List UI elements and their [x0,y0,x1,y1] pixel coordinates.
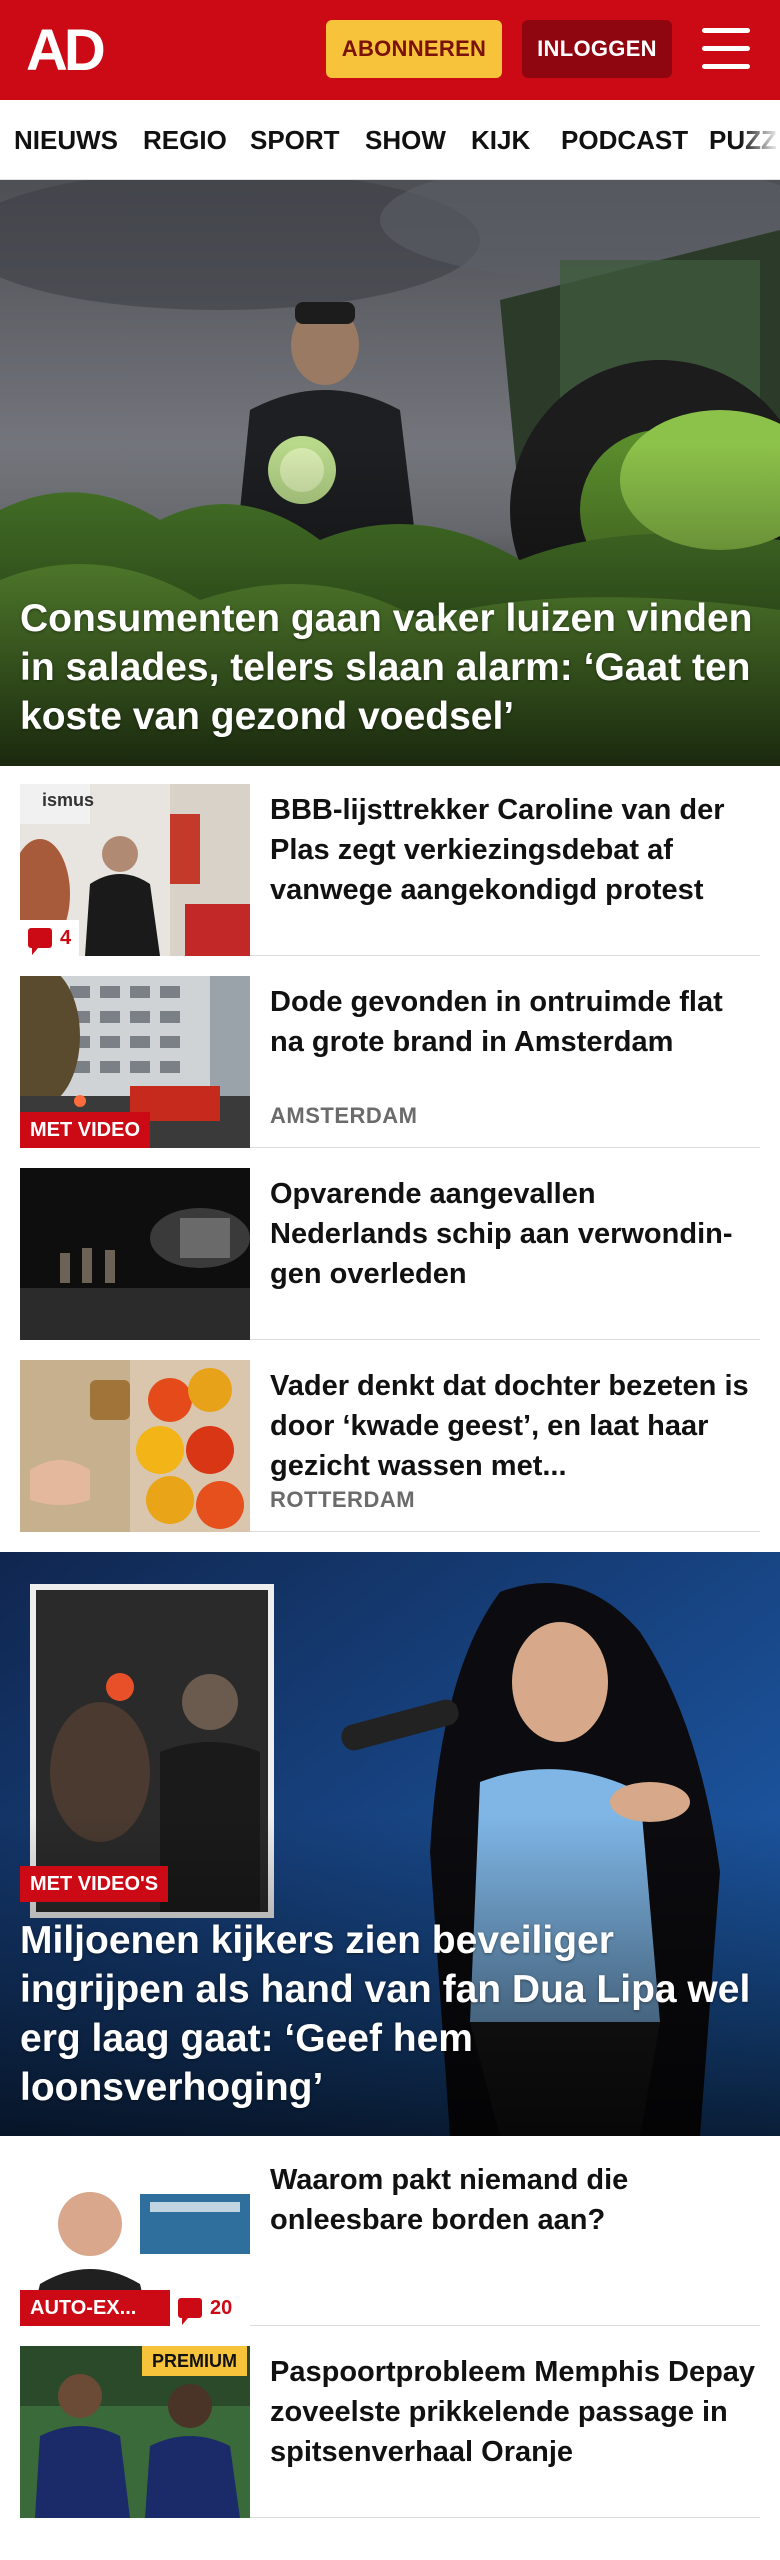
comment-icon [178,2298,202,2325]
hero-article[interactable]: Consumenten gaan vaker luizen vinden in … [0,180,780,766]
nav-item-regio[interactable]: REGIO [143,100,227,179]
comment-count-value: 20 [210,2297,233,2319]
article-location: AMSTERDAM [270,1103,418,1128]
nav-item-sport[interactable]: SPORT [250,100,340,179]
video-badge: MET VIDEO [20,1112,151,1148]
nav-item-nieuws[interactable]: NIEUWS [14,100,118,179]
nav-fade [740,100,780,179]
hamburger-icon[interactable] [702,28,750,70]
article-title[interactable]: Waarom pakt niemand die onleesbare borde… [270,2160,760,2240]
nav-item-show[interactable]: SHOW [365,100,446,179]
section-nav: NIEUWS REGIO SPORT SHOW KIJK PODCAST PUZ… [0,100,780,180]
article-title[interactable]: Opvarende aangevallen Nederlands schip a… [270,1174,760,1294]
feature-title[interactable]: Miljoenen kijkers zien beveiliger ingrij… [20,1916,760,2112]
list-item[interactable]: Vader denkt dat dochter bezeten is door … [20,1360,760,1532]
ad-logo[interactable]: AD [26,22,118,78]
top-bar: AD ABONNEREN INLOGGEN [0,0,780,100]
thumb-text: ismus [42,790,94,810]
article-title[interactable]: Dode gevonden in ontruimde flat na grote… [270,982,760,1062]
list-item[interactable]: MET VIDEO Dode gevonden in ontruimde fla… [20,976,760,1148]
list-item[interactable]: PREMIUM Paspoortprobleem Memphis Depay z… [20,2346,760,2518]
article-title[interactable]: Paspoortprobleem Memphis Depay zoveelste… [270,2352,760,2472]
article-title[interactable]: Vader denkt dat dochter bezeten is door … [270,1366,760,1486]
category-badge[interactable]: AUTO-EX... [20,2290,170,2326]
article-thumbnail [20,1360,250,1532]
comment-icon [28,928,52,955]
nav-item-kijk[interactable]: KIJK [471,100,530,179]
article-thumbnail [20,1168,250,1340]
logo-text: AD [26,22,104,78]
login-button[interactable]: INLOGGEN [522,20,672,78]
premium-badge: PREMIUM [142,2346,247,2376]
hero-title[interactable]: Consumenten gaan vaker luizen vinden in … [20,594,770,741]
subscribe-button[interactable]: ABONNEREN [326,20,502,78]
nav-item-podcast[interactable]: PODCAST [561,100,688,179]
list-item[interactable]: AUTO-EX... 20 Waarom pakt niemand die on… [20,2154,760,2326]
comment-count[interactable]: 4 [20,920,80,956]
article-title[interactable]: BBB-lijsttrekker Caroline van der Plas z… [270,790,760,910]
article-location: ROTTERDAM [270,1487,416,1512]
video-badge: MET VIDEO'S [20,1866,169,1902]
comment-count-value: 4 [60,927,72,949]
feature-article[interactable]: MET VIDEO'S Miljoenen kijkers zien bevei… [0,1552,780,2136]
list-item[interactable]: ismus 4 BBB-lijsttrekker Caroline van de… [20,784,760,956]
list-item[interactable]: Opvarende aangevallen Nederlands schip a… [20,1168,760,1340]
comment-count[interactable]: 20 [170,2290,241,2326]
